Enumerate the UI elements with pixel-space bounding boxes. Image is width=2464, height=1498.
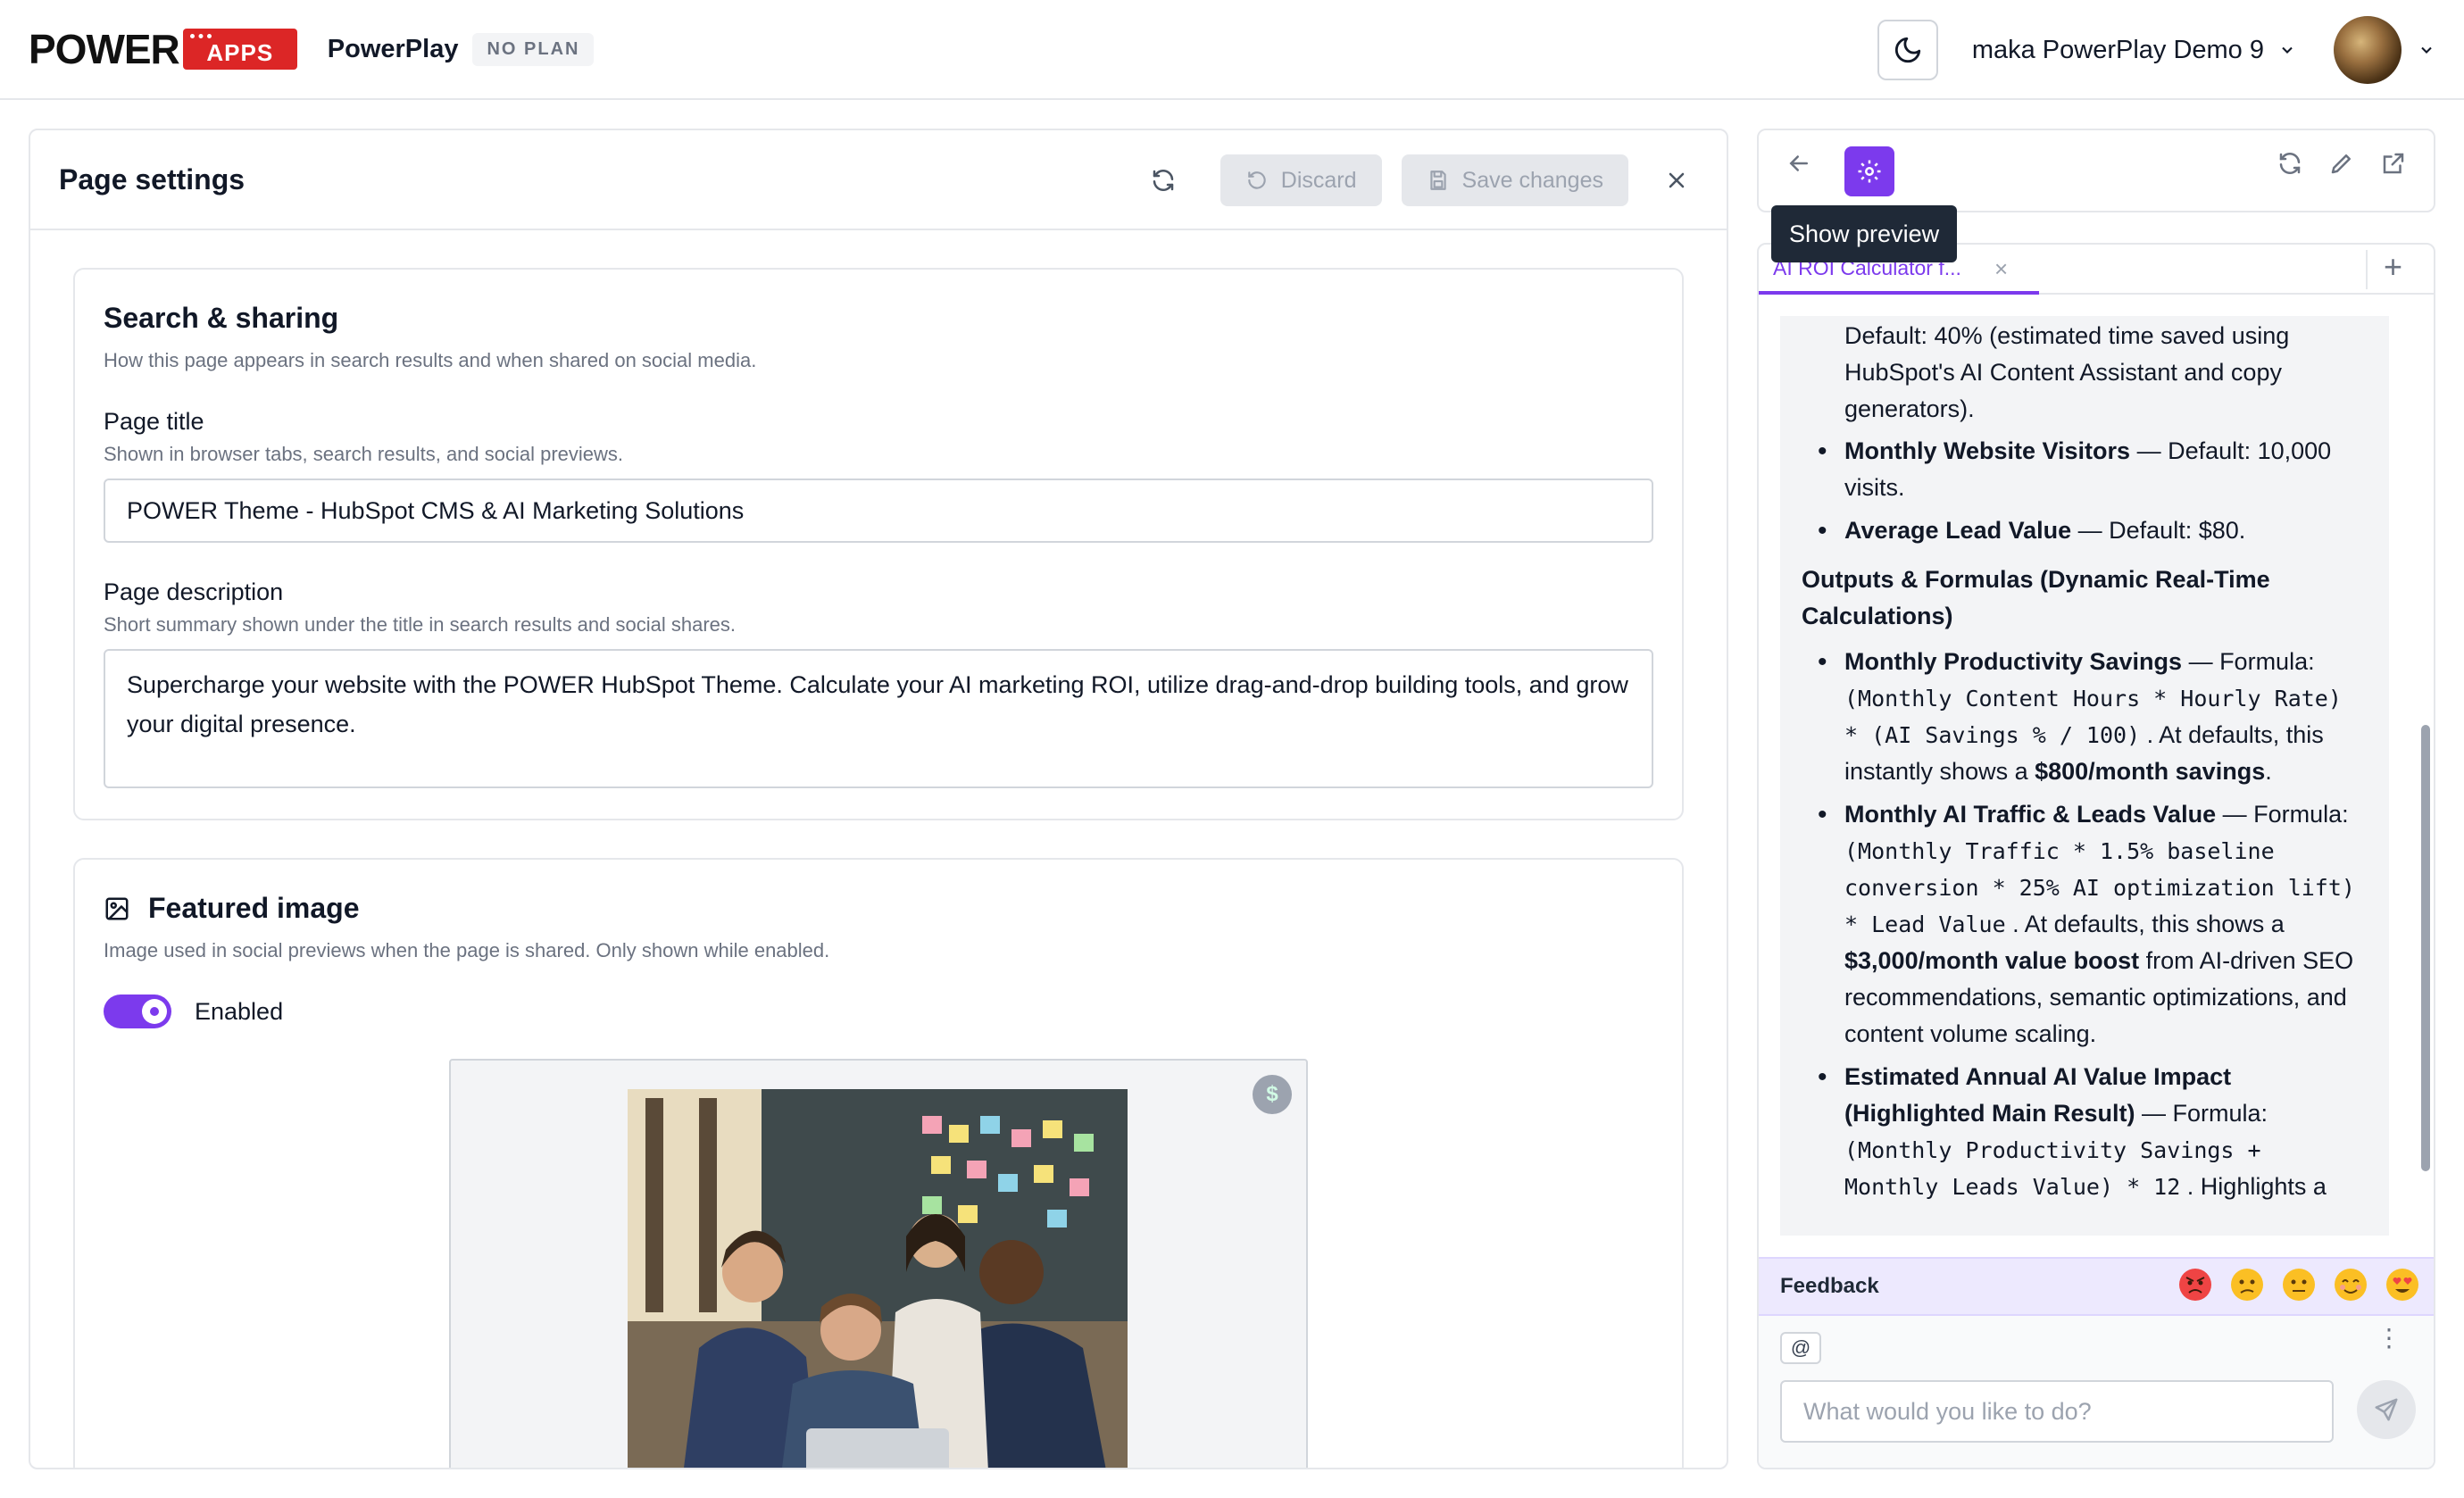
list-item-bold: Monthly Productivity Savings bbox=[1844, 648, 2183, 675]
power-apps-logo[interactable]: POWER APPS bbox=[29, 25, 297, 73]
neutral-face-icon[interactable] bbox=[2282, 1268, 2316, 1302]
chat-composer: @ ⋮ What would you like to do? bbox=[1759, 1316, 2434, 1468]
confused-face-icon[interactable] bbox=[2230, 1268, 2264, 1302]
list-item-text: . bbox=[2265, 758, 2272, 785]
list-item-bold: Average Lead Value bbox=[1844, 517, 2072, 544]
chevron-down-icon bbox=[2282, 46, 2293, 54]
save-icon bbox=[1429, 171, 1446, 190]
close-button[interactable] bbox=[1655, 159, 1698, 202]
open-external-button[interactable] bbox=[2380, 150, 2407, 181]
featured-image-toggle[interactable] bbox=[104, 995, 171, 1028]
chevron-down-icon[interactable] bbox=[2418, 41, 2435, 59]
page-title-label: Page title bbox=[104, 408, 204, 435]
angry-face-icon[interactable] bbox=[2178, 1268, 2212, 1302]
featured-image-card: Featured image Image used in social prev… bbox=[73, 858, 1684, 1468]
assistant-message: Default: 40% (estimated time saved using… bbox=[1780, 316, 2389, 1236]
more-options-icon[interactable]: ⋮ bbox=[2377, 1326, 2402, 1351]
settings-button[interactable] bbox=[1844, 146, 1894, 196]
preview-toolbar bbox=[1757, 129, 2435, 212]
page-description-hint: Short summary shown under the title in s… bbox=[104, 613, 736, 636]
show-preview-tooltip: Show preview bbox=[1771, 205, 1958, 262]
plan-badge: NO PLAN bbox=[472, 32, 595, 66]
list-item: Monthly Productivity Savings — Formula: … bbox=[1802, 644, 2368, 790]
avatar[interactable] bbox=[2334, 16, 2402, 84]
page-settings-title: Page settings bbox=[59, 162, 246, 196]
heart-eyes-face-icon[interactable] bbox=[2385, 1268, 2419, 1302]
logo-power-text: POWER bbox=[29, 26, 180, 72]
add-tab-button[interactable]: + bbox=[2384, 248, 2402, 286]
featured-image-photo bbox=[628, 1089, 1128, 1468]
refresh-preview-button[interactable] bbox=[2277, 150, 2303, 181]
page-description-label: Page description bbox=[104, 578, 284, 605]
pencil-icon bbox=[2331, 154, 2351, 174]
message-scrollbar[interactable] bbox=[2421, 725, 2430, 1171]
list-item-text: . At defaults, this shows a bbox=[2005, 911, 2285, 937]
refresh-icon bbox=[2279, 153, 2301, 174]
feedback-bar: Feedback bbox=[1759, 1257, 2434, 1316]
save-changes-button[interactable]: Save changes bbox=[1401, 154, 1628, 206]
refresh-button[interactable] bbox=[1142, 159, 1185, 202]
list-item: Average Lead Value — Default: $80. bbox=[1802, 512, 2368, 549]
team-photo-illustration bbox=[628, 1089, 1128, 1468]
top-bar: POWER APPS PowerPlay NO PLAN maka PowerP… bbox=[0, 0, 2464, 100]
image-icon bbox=[105, 897, 129, 920]
chat-input[interactable]: What would you like to do? bbox=[1780, 1380, 2334, 1443]
save-changes-label: Save changes bbox=[1461, 167, 1603, 193]
laptop bbox=[806, 1428, 949, 1468]
search-sharing-subtitle: How this page appears in search results … bbox=[104, 349, 757, 371]
page-description-textarea[interactable]: Supercharge your website with the POWER … bbox=[104, 649, 1653, 788]
featured-image-title: Featured image bbox=[148, 892, 360, 924]
list-item-bold: Monthly Website Visitors bbox=[1844, 437, 2131, 464]
feedback-label: Feedback bbox=[1780, 1274, 1879, 1298]
tab-close-icon[interactable]: × bbox=[1994, 255, 2008, 283]
edit-button[interactable] bbox=[2328, 150, 2355, 181]
search-sharing-title: Search & sharing bbox=[104, 302, 339, 334]
dollar-badge[interactable]: $ bbox=[1253, 1075, 1292, 1114]
chat-panel: AI ROI Calculator f... × + Default: 40% … bbox=[1757, 243, 2435, 1469]
list-item-text: — Formula: bbox=[2216, 801, 2349, 828]
close-icon bbox=[1669, 172, 1685, 188]
arrow-left-icon bbox=[1789, 155, 1808, 171]
discard-button[interactable]: Discard bbox=[1220, 154, 1382, 206]
logo-apps-badge: APPS bbox=[182, 29, 297, 70]
page-title-input[interactable]: POWER Theme - HubSpot CMS & AI Marketing… bbox=[104, 479, 1653, 543]
discard-label: Discard bbox=[1280, 167, 1357, 193]
list-item: Estimated Annual AI Value Impact (Highli… bbox=[1802, 1059, 2368, 1205]
back-button[interactable] bbox=[1786, 150, 1812, 181]
workspace-name: maka PowerPlay Demo 9 bbox=[1971, 35, 2264, 64]
external-link-icon bbox=[2383, 153, 2404, 174]
moon-icon bbox=[1894, 37, 1920, 63]
tab-divider bbox=[2366, 250, 2368, 289]
list-item-text: . Highlights a bbox=[2180, 1173, 2327, 1200]
send-button[interactable] bbox=[2357, 1380, 2416, 1439]
app-name: PowerPlay bbox=[327, 34, 459, 63]
featured-image-subtitle: Image used in social previews when the p… bbox=[104, 939, 830, 961]
message-heading: Outputs & Formulas (Dynamic Real-Time Ca… bbox=[1802, 566, 2270, 629]
page-title-hint: Shown in browser tabs, search results, a… bbox=[104, 443, 624, 465]
workspace-switcher[interactable]: maka PowerPlay Demo 9 bbox=[1972, 36, 2296, 65]
send-icon bbox=[2375, 1398, 2398, 1421]
list-item-bold: Monthly AI Traffic & Leads Value bbox=[1844, 801, 2217, 828]
list-item-text: — Formula: bbox=[2135, 1100, 2268, 1127]
page-settings-header: Page settings Discard Save changes bbox=[30, 130, 1727, 230]
list-item: Monthly Website Visitors — Default: 10,0… bbox=[1802, 433, 2368, 506]
mention-button[interactable]: @ bbox=[1780, 1332, 1821, 1364]
list-item-text: — Default: $80. bbox=[2071, 517, 2246, 544]
list-item-bold: $3,000/month value boost bbox=[1844, 947, 2140, 974]
page-settings-panel: Page settings Discard Save changes Searc… bbox=[29, 129, 1728, 1469]
featured-image-preview[interactable]: $ bbox=[449, 1059, 1308, 1468]
message-line: Default: 40% (estimated time saved using… bbox=[1844, 322, 2290, 422]
search-sharing-card: Search & sharing How this page appears i… bbox=[73, 268, 1684, 820]
list-item-text: — Formula: bbox=[2182, 648, 2315, 675]
theme-toggle-button[interactable] bbox=[1877, 20, 1938, 80]
list-item: Monthly AI Traffic & Leads Value — Formu… bbox=[1802, 796, 2368, 1053]
gear-icon bbox=[1858, 160, 1881, 183]
smiling-face-icon[interactable] bbox=[2334, 1268, 2368, 1302]
refresh-icon bbox=[1153, 170, 1174, 191]
toggle-label: Enabled bbox=[195, 997, 284, 1025]
undo-icon bbox=[1248, 171, 1266, 189]
list-item-bold: $800/month savings bbox=[2035, 758, 2266, 785]
